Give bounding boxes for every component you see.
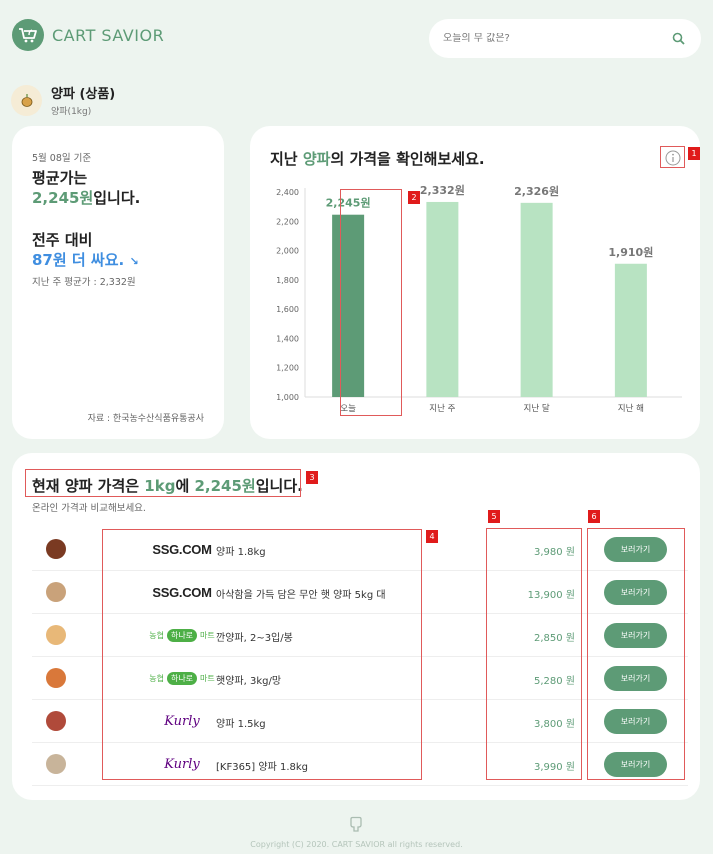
last-week-price: 지난 주 평균가 : 2,332원 (32, 277, 136, 288)
logo[interactable]: CART SAVIOR (12, 19, 164, 51)
product-thumbnail (46, 582, 66, 602)
annotation-tag-4: 4 (426, 530, 438, 543)
y-tick-label: 1,000 (276, 393, 299, 402)
data-source: 자료 : 한국농수산식품유통공사 (87, 414, 204, 424)
logo-text: CART SAVIOR (52, 25, 165, 45)
product-thumbnail (46, 711, 66, 731)
search-bar (429, 19, 701, 58)
product-unit: 양파(1kg) (51, 107, 92, 117)
footer-copyright: Copyright (C) 2020. CART SAVIOR all righ… (250, 840, 463, 849)
product-name: 양파 (상품) (51, 87, 116, 102)
compare-text: 전주 대비 87원 더 싸요. ↘ (32, 230, 204, 272)
product-thumbnail (46, 754, 66, 774)
annotation-box-2 (340, 189, 402, 416)
y-tick-label: 2,200 (276, 217, 299, 226)
x-tick-label: 지난 주 (429, 404, 455, 414)
listing-subtitle: 온라인 가격과 비교해보세요. (32, 503, 146, 514)
annotation-tag-2: 2 (408, 191, 420, 204)
annotation-tag-3: 3 (306, 471, 318, 484)
bar (520, 202, 553, 397)
bar-value-label: 1,910원 (608, 245, 653, 259)
compare-label: 전주 대비 (32, 231, 93, 249)
y-tick-label: 2,000 (276, 247, 299, 256)
compare-value: 87원 더 싸요. (32, 251, 125, 269)
y-tick-label: 1,800 (276, 276, 299, 285)
summary-card: 5월 08일 기준 평균가는 2,245원입니다. 전주 대비 87원 더 싸요… (12, 126, 224, 439)
avg-suffix: 입니다. (93, 189, 141, 207)
avg-prefix: 평균가는 (32, 169, 88, 187)
product-header: 양파 (상품) 양파(1kg) (11, 83, 115, 117)
avg-price-text: 평균가는 2,245원입니다. (32, 168, 204, 208)
annotation-box-6 (587, 528, 685, 780)
product-thumbnail (46, 668, 66, 688)
search-input[interactable] (443, 33, 669, 44)
github-icon[interactable] (347, 816, 365, 838)
bar (426, 201, 459, 397)
x-tick-label: 지난 해 (618, 404, 644, 414)
annotation-tag-5: 5 (488, 510, 500, 523)
x-tick-label: 지난 달 (524, 403, 550, 414)
annotation-box-5 (486, 528, 582, 780)
cart-logo-icon (12, 19, 44, 51)
product-thumbnail (46, 539, 66, 559)
bar-value-label: 2,326원 (514, 184, 559, 198)
price-list-card: 현재 양파 가격은 1kg에 2,245원입니다. 3 온라인 가격과 비교해보… (12, 453, 700, 800)
y-tick-label: 1,200 (276, 364, 299, 373)
chart-card: 지난 양파의 가격을 확인해보세요. 1 1,000 1,200 1,400 1,60… (250, 126, 700, 439)
y-tick-label: 1,400 (276, 334, 299, 343)
bar-value-label: 2,332원 (420, 183, 465, 197)
annotation-box-4 (102, 529, 422, 780)
bar-chart: 1,000 1,200 1,400 1,600 1,800 2,000 2,200 2,400… (276, 183, 682, 414)
y-tick-label: 1,600 (276, 305, 299, 314)
onion-icon (11, 84, 42, 116)
y-tick-label: 2,400 (276, 188, 299, 197)
product-thumbnail (46, 625, 66, 645)
date-label: 5월 08일 기준 (32, 153, 92, 164)
annotation-box-3 (25, 469, 301, 497)
search-icon[interactable] (669, 30, 687, 48)
down-arrow-icon: ↘ (129, 255, 139, 268)
bar (614, 263, 647, 397)
annotation-tag-6: 6 (588, 510, 600, 523)
avg-price: 2,245원 (32, 189, 94, 207)
